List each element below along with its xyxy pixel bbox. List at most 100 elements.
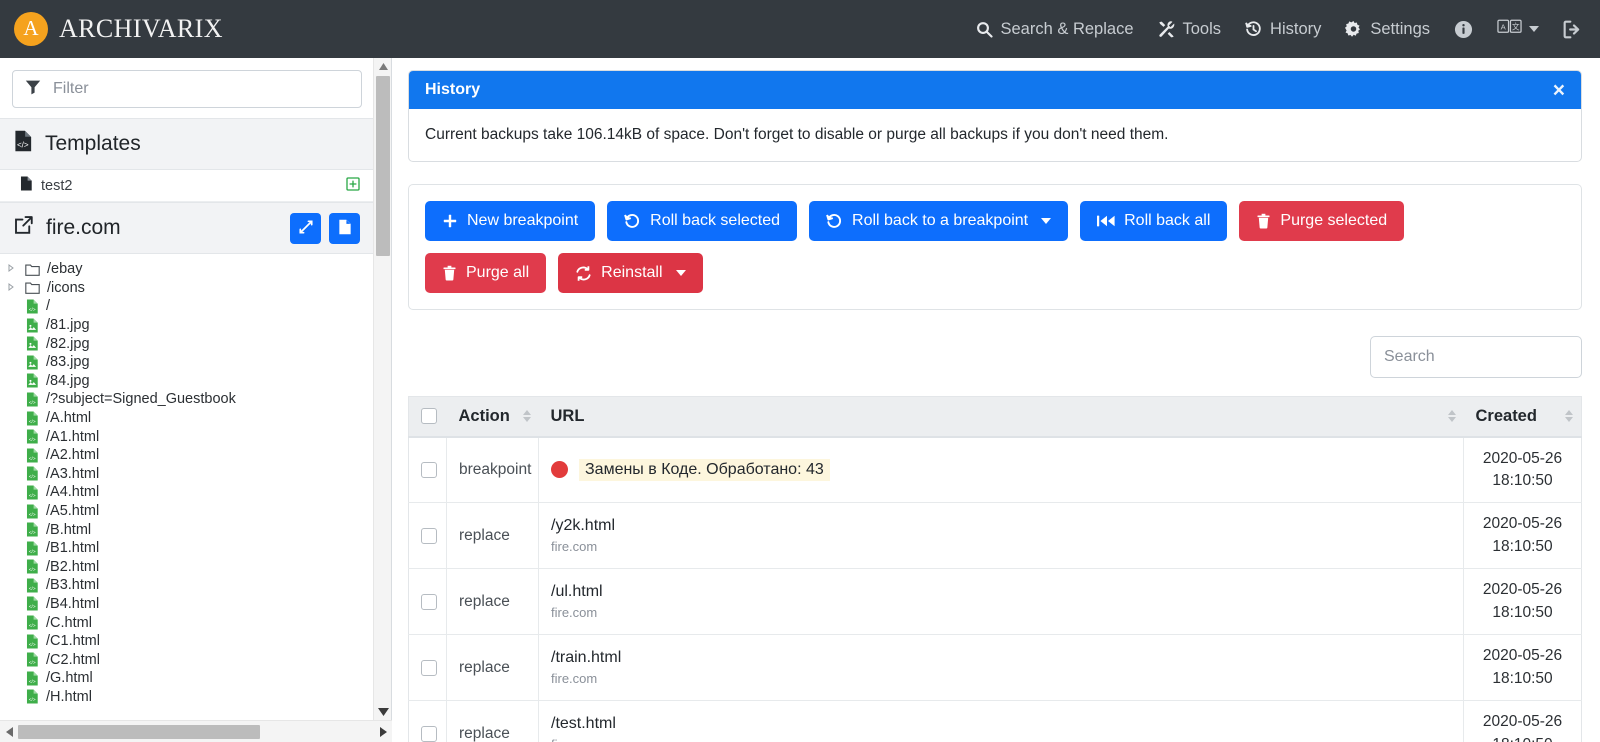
column-header-action[interactable]: Action [446,396,539,438]
tree-file-item[interactable]: /81.jpg [0,316,374,335]
undo-icon [826,213,843,230]
history-actions-panel: New breakpoint Roll back selected Roll bac… [408,184,1582,310]
svg-text:</>: </> [29,679,36,685]
file-code-icon: </> [26,615,39,630]
sidebar-section-site[interactable]: fire.com [0,202,374,254]
table-row[interactable]: replace/ul.html fire.com 2020-05-26 18:10:5… [408,568,1582,635]
column-header-url[interactable]: URL [538,396,1464,438]
created-date: 2020-05-26 [1482,713,1563,731]
created-time: 18:10:50 [1492,603,1553,621]
brand-logo[interactable]: A ARCHIVARIX [14,12,223,46]
tree-folder-item[interactable]: /icons [0,279,374,298]
svg-text:</>: </> [29,623,36,629]
chevron-right-icon[interactable] [8,282,18,293]
row-checkbox[interactable] [421,725,437,742]
funnel-icon [25,79,41,100]
file-code-icon: </> [26,578,39,593]
tree-file-item[interactable]: /84.jpg [0,372,374,391]
tree-file-item[interactable]: </> /C1.html [0,632,374,651]
tree-folder-item[interactable]: /ebay [0,260,374,279]
row-checkbox[interactable] [421,461,437,478]
tree-file-item[interactable]: </> /A.html [0,409,374,428]
sidebar-horizontal-scrollbar[interactable] [0,720,392,742]
file-tree: /ebay/icons </> / /81.jpg/82.jpg/83.jpg/84.… [0,254,374,706]
sidebar-horizontal-scroll-thumb[interactable] [18,724,260,739]
new-breakpoint-button[interactable]: New breakpoint [425,201,596,241]
scroll-down-arrow-icon[interactable] [374,703,392,720]
rewind-icon [1097,214,1115,228]
table-row[interactable]: replace/y2k.html fire.com 2020-05-26 18:10:… [408,502,1582,569]
tree-file-item[interactable]: </> /G.html [0,669,374,688]
tree-file-item[interactable]: </> /B1.html [0,539,374,558]
search-input[interactable]: Search [1370,336,1582,378]
sidebar-vertical-scroll-thumb[interactable] [376,76,390,256]
select-all-checkbox[interactable] [421,408,437,425]
row-action-cell: breakpoint [446,435,539,503]
undo-icon [624,213,641,230]
roll-back-all-button[interactable]: Roll back all [1080,201,1228,241]
table-row[interactable]: replace/train.html fire.com 2020-05-26 18:1… [408,634,1582,701]
nav-item-settings[interactable]: Settings [1345,20,1430,39]
tree-file-item[interactable]: </> / [0,297,374,316]
table-row[interactable]: breakpoint Замены в Коде. Обработано: 43 2… [408,435,1582,503]
expand-button[interactable] [290,212,321,244]
table-row[interactable]: replace/test.html fire.com 2020-05-26 18:10… [408,700,1582,742]
sidebar-template-item[interactable]: test2 [0,170,374,202]
tree-file-item[interactable]: </> /A5.html [0,502,374,521]
tree-file-item[interactable]: </> /B2.html [0,558,374,577]
purge-all-button[interactable]: Purge all [425,253,547,293]
nav-item-history[interactable]: History [1245,20,1321,39]
tree-file-item[interactable]: </> /A4.html [0,483,374,502]
button-label: Roll back to a breakpoint [852,212,1029,229]
language-selector[interactable]: A 文 [1497,18,1539,40]
button-label: Roll back all [1124,212,1211,229]
nav-label-history: History [1270,19,1322,38]
tree-file-item[interactable]: </> /B4.html [0,595,374,614]
filter-placeholder: Filter [53,80,89,97]
row-select-cell [408,502,447,569]
plus-square-icon[interactable] [346,176,360,195]
row-checkbox[interactable] [421,527,437,544]
row-checkbox[interactable] [421,593,437,610]
column-header-created[interactable]: Created [1463,396,1582,438]
scroll-left-arrow-icon[interactable] [0,721,18,742]
svg-text:</>: </> [29,660,36,666]
tree-file-item[interactable]: </> /C2.html [0,650,374,669]
row-action-cell: replace [446,634,539,701]
tree-file-item[interactable]: /82.jpg [0,334,374,353]
close-icon[interactable]: × [1553,80,1565,101]
scroll-up-arrow-icon[interactable] [374,58,392,75]
filter-input[interactable]: Filter [12,70,362,108]
file-code-icon: </> [14,130,33,158]
nav-item-search-replace[interactable]: Search & Replace [976,20,1134,39]
tree-item-label: /81.jpg [46,317,90,334]
purge-selected-button[interactable]: Purge selected [1239,201,1405,241]
tree-file-item[interactable]: </> /A1.html [0,427,374,446]
sidebar-section-templates[interactable]: </> Templates [0,118,374,170]
tree-file-item[interactable]: </> /C.html [0,613,374,632]
tree-file-item[interactable]: </> /A3.html [0,465,374,484]
nav-item-tools[interactable]: Tools [1158,20,1221,39]
tree-file-item[interactable]: </> /H.html [0,688,374,707]
roll-back-selected-button[interactable]: Roll back selected [607,201,798,241]
scroll-right-arrow-icon[interactable] [374,721,392,742]
sidebar-vertical-scrollbar[interactable] [373,58,391,720]
file-code-icon: </> [26,541,39,556]
chevron-right-icon[interactable] [8,264,18,274]
row-checkbox[interactable] [421,659,437,676]
tree-file-item[interactable]: </> /B3.html [0,576,374,595]
horizontal-scroll-track[interactable] [18,724,374,739]
file-code-icon: </> [26,485,39,500]
reinstall-button[interactable]: Reinstall [558,253,703,293]
column-label-action: Action [458,406,510,425]
new-file-button[interactable] [329,212,360,244]
tree-file-item[interactable]: </> /A2.html [0,446,374,465]
logout-icon[interactable] [1563,20,1582,39]
info-circle-icon[interactable] [1454,20,1473,39]
roll-back-to-a-breakpoint-button[interactable]: Roll back to a breakpoint [809,201,1069,241]
history-alert-title: History [425,81,481,98]
tree-file-item[interactable]: </> /?subject=Signed_Guestbook [0,390,374,409]
tree-file-item[interactable]: </> /B.html [0,520,374,539]
svg-text:</>: </> [29,604,36,610]
tree-file-item[interactable]: /83.jpg [0,353,374,372]
